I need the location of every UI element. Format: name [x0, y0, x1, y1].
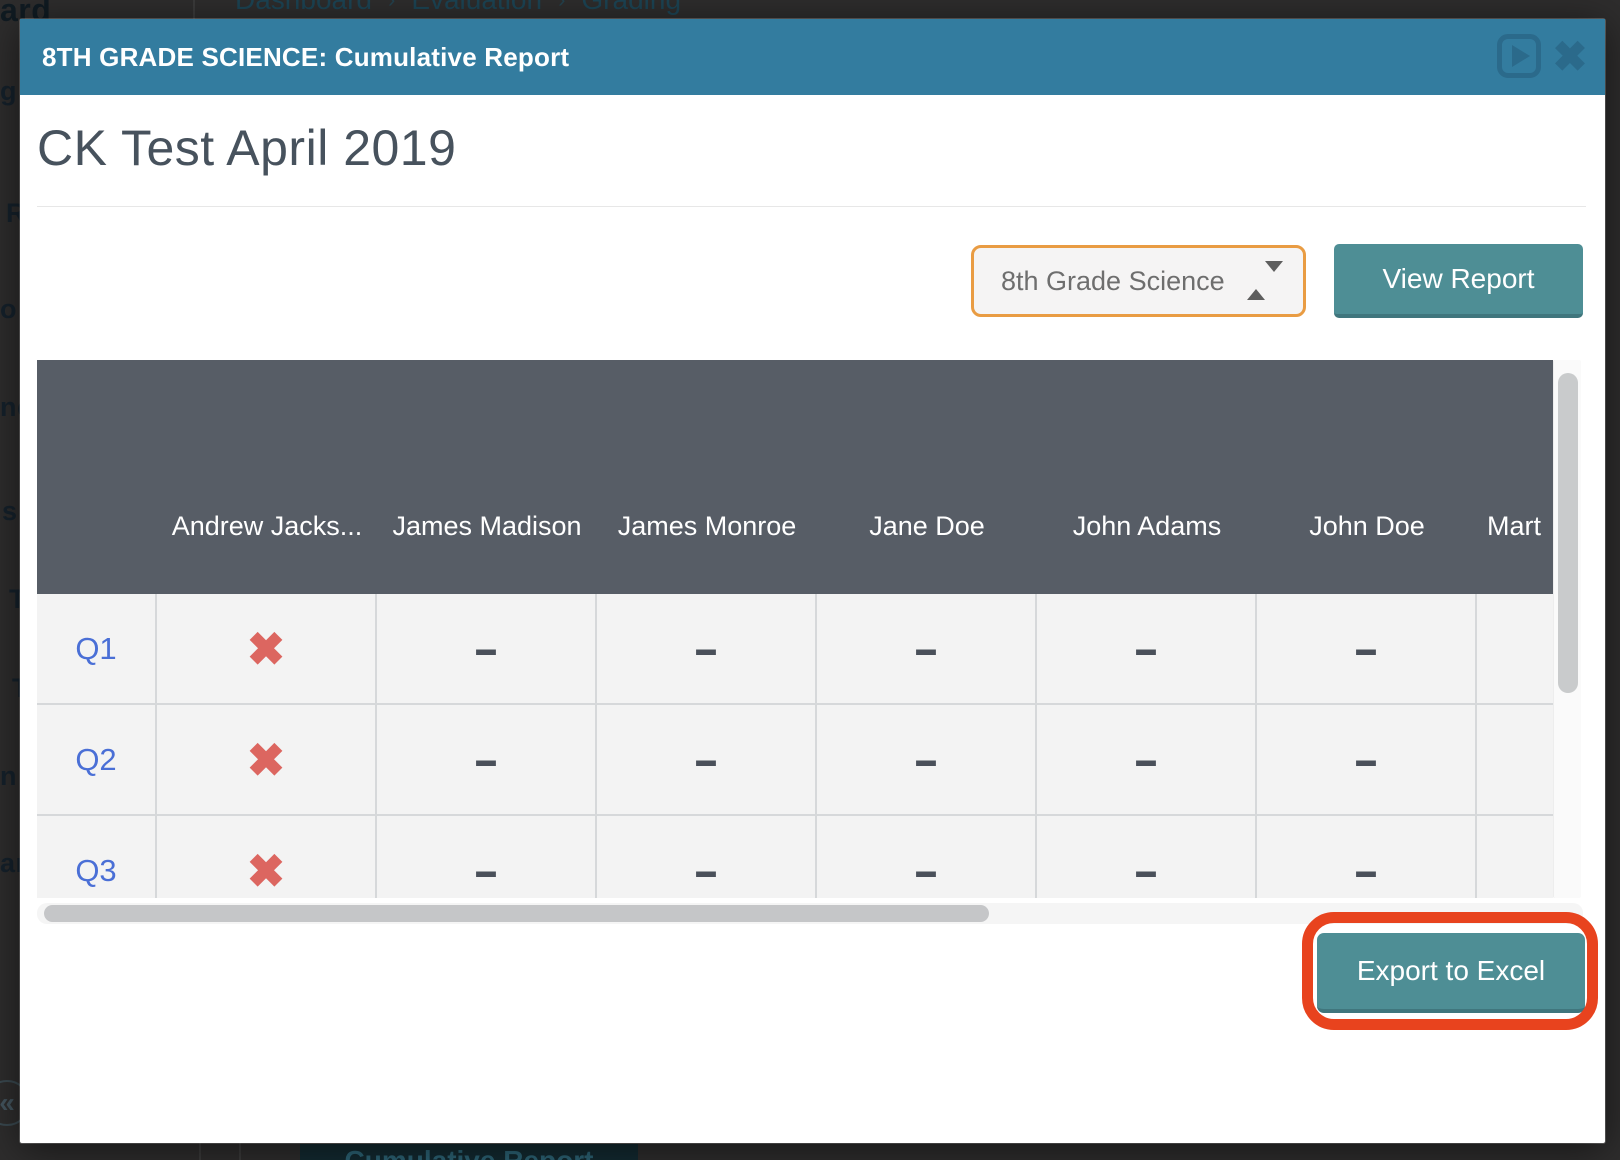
- dash-mark: –: [915, 621, 937, 677]
- dash-mark: –: [1135, 732, 1157, 788]
- question-link[interactable]: Q2: [75, 742, 116, 778]
- grade-cell: –: [597, 705, 817, 814]
- x-mark-icon: ✖: [247, 848, 286, 894]
- grade-cell: –: [1037, 705, 1257, 814]
- sidebar-fragment: g: [0, 76, 17, 107]
- grade-cell: –: [817, 594, 1037, 703]
- grade-cell: ✖: [157, 705, 377, 814]
- grade-cell: –: [1257, 594, 1477, 703]
- question-cell: Q2: [37, 705, 157, 814]
- sidebar-fragment: o: [0, 294, 17, 325]
- grade-cell: –: [597, 594, 817, 703]
- table-row-q1: Q1 ✖ – – – – –: [37, 594, 1553, 705]
- export-to-excel-button[interactable]: Export to Excel: [1317, 933, 1585, 1013]
- breadcrumb-grading: Grading: [581, 0, 681, 16]
- column-header-student: Andrew Jacks...: [157, 511, 377, 594]
- sidebar-fragment: n: [0, 761, 17, 792]
- vertical-scrollbar[interactable]: [1553, 360, 1581, 898]
- column-header-student: James Madison: [377, 511, 597, 594]
- question-cell: Q3: [37, 816, 157, 898]
- table-header-row: Andrew Jacks... James Madison James Monr…: [37, 360, 1553, 594]
- column-header-student: John Doe: [1257, 511, 1477, 594]
- select-arrows-icon: [1247, 272, 1283, 290]
- dash-mark: –: [1355, 621, 1377, 677]
- dash-mark: –: [695, 843, 717, 899]
- sidebar-fragment: s: [2, 496, 18, 527]
- vertical-scrollbar-thumb[interactable]: [1558, 373, 1578, 693]
- background-divider: [199, 1143, 201, 1160]
- close-icon[interactable]: ✖: [1548, 29, 1592, 85]
- breadcrumb-separator: ›: [558, 0, 565, 13]
- dash-mark: –: [1135, 621, 1157, 677]
- course-select[interactable]: 8th Grade Science: [971, 245, 1306, 317]
- grading-table: Andrew Jacks... James Madison James Monr…: [37, 360, 1553, 898]
- breadcrumb: Dashboard › Evaluation › Grading: [235, 0, 681, 16]
- grade-cell: –: [1037, 816, 1257, 898]
- table-row-q2: Q2 ✖ – – – – –: [37, 705, 1553, 816]
- dash-mark: –: [1355, 732, 1377, 788]
- breadcrumb-evaluation: Evaluation: [411, 0, 542, 16]
- play-video-icon[interactable]: [1497, 34, 1541, 78]
- dash-mark: –: [1135, 843, 1157, 899]
- table-row-q3: Q3 ✖ – – – – –: [37, 816, 1553, 898]
- background-divider: [193, 0, 195, 19]
- grade-cell: ✖: [157, 816, 377, 898]
- column-header-student: John Adams: [1037, 511, 1257, 594]
- grade-cell: –: [377, 816, 597, 898]
- grade-cell: –: [597, 816, 817, 898]
- dash-mark: –: [695, 621, 717, 677]
- dash-mark: –: [475, 732, 497, 788]
- grade-cell: –: [1257, 705, 1477, 814]
- dash-mark: –: [695, 732, 717, 788]
- horizontal-scrollbar[interactable]: [37, 903, 1583, 924]
- breadcrumb-dashboard: Dashboard: [235, 0, 372, 16]
- dash-mark: –: [915, 732, 937, 788]
- dash-mark: –: [475, 621, 497, 677]
- grade-cell: –: [1037, 594, 1257, 703]
- grade-cell: –: [1257, 816, 1477, 898]
- course-select-value: 8th Grade Science: [974, 266, 1225, 297]
- column-header-student: Mart: [1477, 511, 1553, 594]
- grade-cell: –: [817, 816, 1037, 898]
- modal-title: 8TH GRADE SCIENCE: Cumulative Report: [20, 42, 569, 73]
- breadcrumb-separator: ›: [388, 0, 395, 13]
- view-report-button[interactable]: View Report: [1334, 244, 1583, 318]
- dash-mark: –: [475, 843, 497, 899]
- grade-cell: [1477, 816, 1553, 898]
- grade-cell: [1477, 594, 1553, 703]
- background-tab-cumulative-report: Cumulative Report: [300, 1144, 638, 1160]
- grade-cell: –: [377, 705, 597, 814]
- column-header-student: James Monroe: [597, 511, 817, 594]
- cumulative-report-modal: 8TH GRADE SCIENCE: Cumulative Report ✖ C…: [20, 19, 1605, 1143]
- dash-mark: –: [1355, 843, 1377, 899]
- background-divider: [239, 1143, 241, 1160]
- horizontal-scrollbar-thumb[interactable]: [44, 905, 989, 922]
- grade-cell: [1477, 705, 1553, 814]
- question-link[interactable]: Q1: [75, 631, 116, 667]
- modal-header: 8TH GRADE SCIENCE: Cumulative Report ✖: [20, 19, 1605, 95]
- page-title: CK Test April 2019: [37, 119, 456, 177]
- question-cell: Q1: [37, 594, 157, 703]
- column-header-student: Jane Doe: [817, 511, 1037, 594]
- x-mark-icon: ✖: [247, 626, 286, 672]
- divider: [37, 206, 1586, 207]
- grade-cell: ✖: [157, 594, 377, 703]
- x-mark-icon: ✖: [247, 737, 286, 783]
- question-link[interactable]: Q3: [75, 853, 116, 889]
- grade-cell: –: [817, 705, 1037, 814]
- grade-cell: –: [377, 594, 597, 703]
- dash-mark: –: [915, 843, 937, 899]
